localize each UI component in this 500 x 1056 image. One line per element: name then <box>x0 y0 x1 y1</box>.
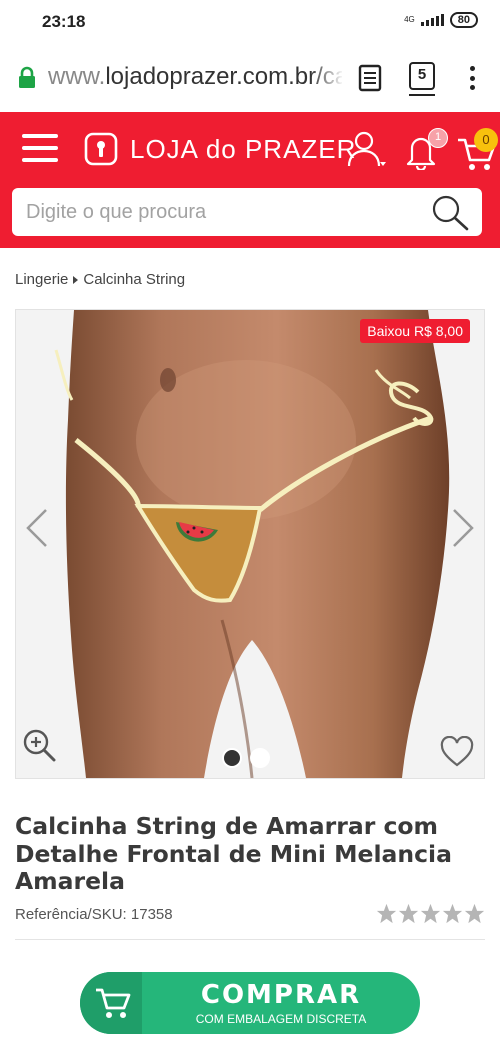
site-header: LOJA do PRAZER 1 0 <box>0 112 500 248</box>
notification-badge: 1 <box>428 128 448 148</box>
carousel-dot-2[interactable] <box>250 748 270 768</box>
breadcrumb-separator-icon <box>73 275 79 284</box>
url-fade <box>310 58 344 98</box>
tabs-button[interactable]: 5 <box>409 62 435 90</box>
user-icon[interactable] <box>346 130 386 170</box>
network-type: 4G <box>404 15 415 24</box>
lock-icon <box>19 66 35 88</box>
status-bar: 23:18 4G 80 <box>0 0 500 44</box>
signal-icon <box>420 14 444 26</box>
product-sku: Referência/SKU: 17358 <box>15 906 173 923</box>
breadcrumb-item-calcinha-string[interactable]: Calcinha String <box>83 271 185 288</box>
product-gallery: Baixou R$ 8,00 <box>15 309 485 779</box>
browser-url-bar: www.lojadoprazer.com.br/ca 5 <box>0 44 500 112</box>
star-icon <box>442 903 463 924</box>
chevron-right-icon[interactable] <box>450 508 476 548</box>
breadcrumb: Lingerie Calcinha String <box>15 271 185 288</box>
buy-button-label: COMPRAR <box>200 980 362 1010</box>
hamburger-menu-icon[interactable] <box>22 134 58 162</box>
star-icon <box>420 903 441 924</box>
logo-text: LOJA do PRAZER <box>130 133 357 164</box>
star-icon <box>376 903 397 924</box>
buy-button-sublabel: COM EMBALAGEM DISCRETA <box>195 1012 367 1026</box>
cart-icon <box>96 988 131 1018</box>
status-time: 23:18 <box>42 12 86 31</box>
keyhole-logo-icon <box>84 132 118 166</box>
buy-icon-area <box>80 972 142 1034</box>
product-title: Calcinha String de Amarrar com Detalhe F… <box>15 812 452 895</box>
search-icon[interactable] <box>430 194 470 232</box>
buy-button[interactable]: COMPRAR COM EMBALAGEM DISCRETA <box>80 972 420 1034</box>
url-scheme: www. <box>48 63 106 90</box>
reader-mode-icon[interactable] <box>358 64 382 92</box>
search-box <box>12 188 482 236</box>
rating-stars[interactable] <box>376 903 485 924</box>
url-address[interactable]: www.lojadoprazer.com.br/ca <box>48 63 342 91</box>
zoom-in-icon[interactable] <box>22 728 56 762</box>
breadcrumb-item-lingerie[interactable]: Lingerie <box>15 271 68 288</box>
tabs-underline <box>409 94 435 96</box>
product-image[interactable] <box>16 310 484 778</box>
url-host: lojadoprazer.com.br/ca <box>105 63 342 90</box>
carousel-dots <box>222 748 270 768</box>
carousel-dot-1[interactable] <box>222 748 242 768</box>
divider <box>15 939 485 940</box>
heart-icon[interactable] <box>440 736 474 768</box>
discount-badge: Baixou R$ 8,00 <box>360 319 470 343</box>
site-logo[interactable]: LOJA do PRAZER <box>84 132 356 166</box>
status-indicators: 4G 80 <box>404 12 478 28</box>
chevron-left-icon[interactable] <box>24 508 50 548</box>
search-input[interactable] <box>12 188 422 236</box>
star-icon <box>464 903 485 924</box>
cart-badge: 0 <box>474 128 498 152</box>
star-icon <box>398 903 419 924</box>
overflow-menu-icon[interactable] <box>466 66 478 90</box>
battery-indicator: 80 <box>449 12 478 28</box>
